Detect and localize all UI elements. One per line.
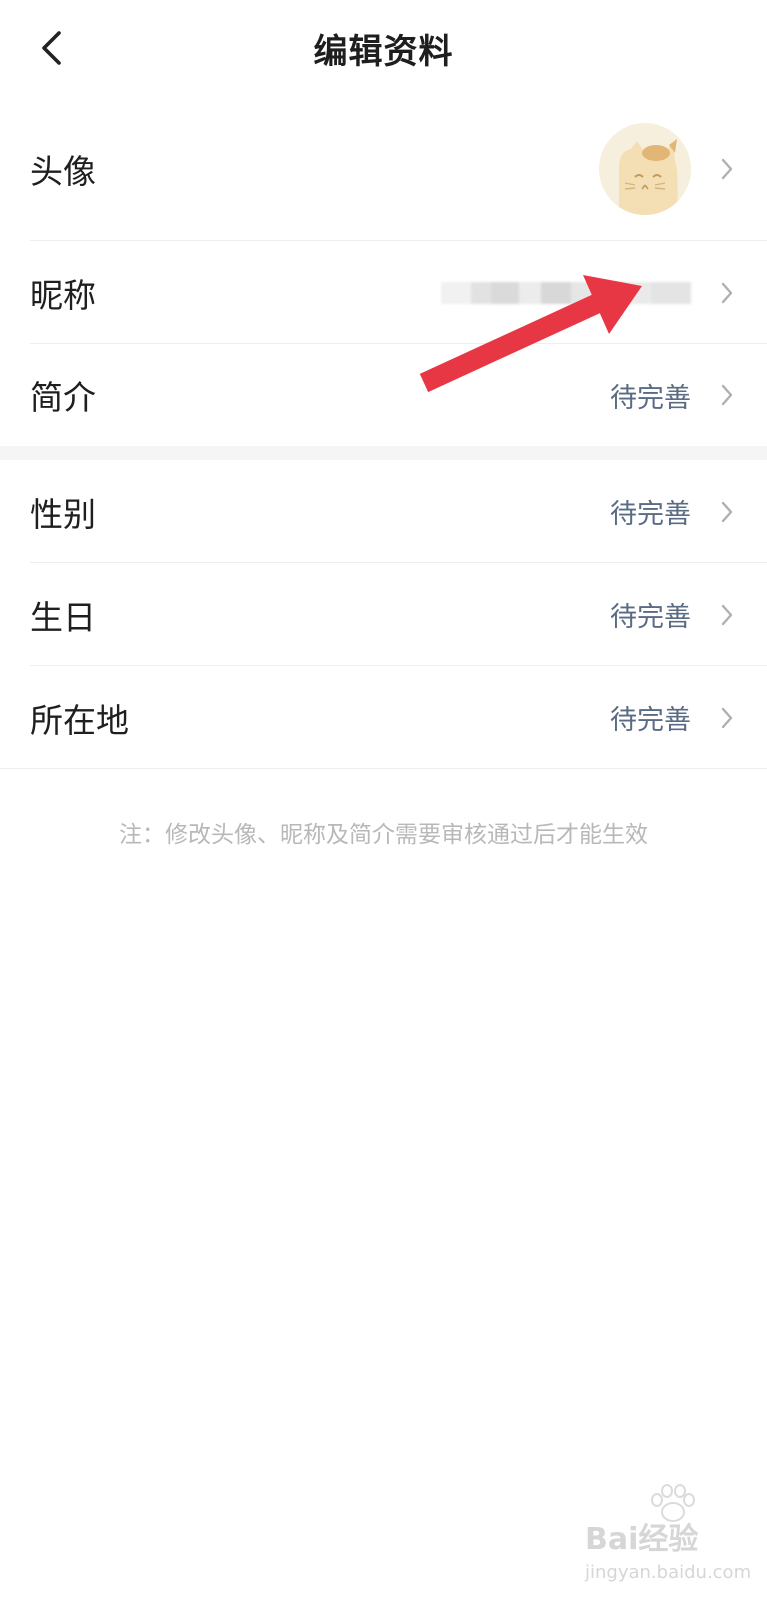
chevron-right-icon: [717, 704, 737, 732]
row-label-avatar: 头像: [30, 151, 96, 191]
row-avatar[interactable]: 头像: [0, 96, 767, 241]
cat-avatar-image: [599, 122, 691, 215]
row-label-intro: 简介: [30, 378, 96, 417]
row-value-birthday: 待完善: [610, 602, 691, 633]
row-value-intro: 待完善: [610, 382, 691, 414]
watermark-url: jingyan.baidu.com: [585, 1562, 752, 1583]
row-label-birthday: 生日: [30, 597, 96, 637]
page-title: 编辑资料: [313, 31, 454, 72]
row-divider: [0, 768, 767, 769]
baidu-jingyan-watermark: Bai经验 jingyan.baidu.com: [585, 1484, 760, 1594]
chevron-right-icon: [717, 601, 737, 629]
watermark-title: Bai经验: [585, 1522, 699, 1557]
review-note: 注：修改头像、昵称及简介需要审核通过后才能生效: [119, 822, 648, 848]
row-intro[interactable]: 简介 待完善: [0, 344, 767, 446]
row-nickname[interactable]: 昵称: [0, 241, 767, 344]
row-gender[interactable]: 性别 待完善: [0, 460, 767, 563]
row-label-location: 所在地: [30, 700, 129, 740]
chevron-right-icon: [717, 279, 737, 307]
row-birthday[interactable]: 生日 待完善: [0, 563, 767, 666]
chevron-left-icon: [42, 31, 61, 65]
row-label-nickname: 昵称: [30, 275, 96, 315]
chevron-right-icon: [717, 381, 737, 409]
chevron-right-icon: [717, 155, 737, 183]
chevron-right-icon: [717, 498, 737, 526]
section-separator: [0, 446, 767, 460]
nav-header: 编辑资料: [0, 0, 767, 97]
back-button[interactable]: [28, 24, 76, 72]
row-value-gender: 待完善: [610, 499, 691, 530]
row-value-location: 待完善: [610, 705, 691, 736]
row-location[interactable]: 所在地 待完善: [0, 666, 767, 769]
row-label-gender: 性别: [30, 494, 96, 534]
nickname-value-blurred: [441, 280, 691, 306]
avatar: [599, 122, 691, 215]
